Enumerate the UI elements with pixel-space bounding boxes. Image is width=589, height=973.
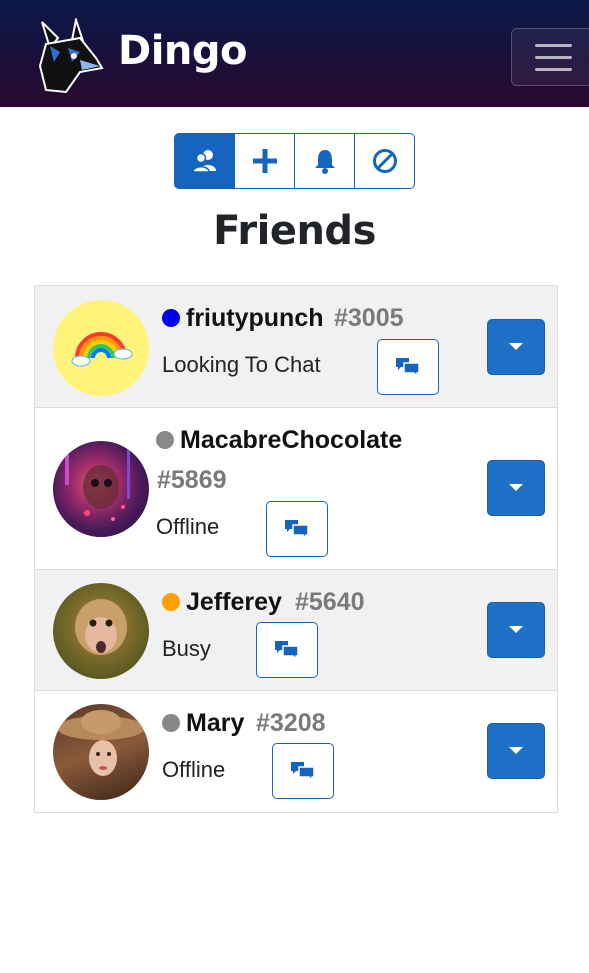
chat-icon — [285, 520, 309, 540]
friend-row: Mary #3208 Offline — [35, 691, 557, 812]
friend-options-dropdown-button[interactable] — [487, 319, 545, 375]
message-button[interactable] — [377, 339, 439, 395]
friend-tag: #5640 — [295, 588, 365, 616]
friend-tag: #5869 — [157, 466, 227, 494]
friend-username: MacabreChocolate — [180, 426, 403, 454]
message-button[interactable] — [256, 622, 318, 678]
chat-icon — [291, 762, 315, 782]
friend-status-text: Looking To Chat — [162, 352, 321, 377]
friend-status-text: Offline — [156, 514, 220, 539]
caret-down-icon — [509, 343, 523, 350]
blocked-icon — [372, 149, 397, 173]
caret-down-icon — [509, 626, 523, 633]
tab-notifications[interactable] — [294, 133, 355, 189]
friends-tab-group — [174, 133, 418, 189]
hamburger-icon — [535, 44, 572, 47]
friend-list: friutypunch #3005 Looking To Chat Macabr… — [34, 285, 558, 813]
friend-tag: #3208 — [256, 709, 326, 737]
hamburger-icon-bar — [535, 68, 572, 71]
brand-name[interactable]: Dingo — [118, 28, 248, 74]
message-button[interactable] — [266, 501, 328, 557]
friends-icon — [191, 150, 216, 173]
friend-row: friutypunch #3005 Looking To Chat — [35, 286, 557, 408]
plus-icon — [252, 149, 277, 173]
friend-options-dropdown-button[interactable] — [487, 460, 545, 516]
status-dot — [162, 714, 180, 732]
bell-icon — [314, 150, 335, 174]
dingo-logo-icon[interactable] — [36, 18, 106, 98]
menu-toggle-button[interactable] — [511, 28, 589, 86]
friend-options-dropdown-button[interactable] — [487, 602, 545, 658]
hamburger-icon-bar — [535, 56, 572, 59]
tab-blocked[interactable] — [354, 133, 415, 189]
chat-icon — [396, 358, 420, 378]
status-dot — [156, 431, 174, 449]
friend-row: Jefferey #5640 Busy — [35, 570, 557, 691]
page-title: Friends — [213, 208, 376, 254]
chat-icon — [275, 641, 299, 661]
navbar: Dingo — [0, 0, 589, 107]
friend-row: MacabreChocolate #5869 Offline — [35, 408, 557, 570]
tab-friends[interactable] — [174, 133, 235, 189]
status-dot — [162, 593, 180, 611]
caret-down-icon — [509, 747, 523, 754]
friend-options-dropdown-button[interactable] — [487, 723, 545, 779]
skull-neon-avatar — [53, 441, 149, 537]
rainbow-avatar — [53, 300, 149, 396]
friend-status-text: Offline — [162, 757, 226, 782]
status-dot — [162, 309, 180, 327]
girl-hat-avatar — [53, 704, 149, 800]
friend-status-text: Busy — [162, 636, 211, 661]
tab-add-friend[interactable] — [234, 133, 295, 189]
friend-username: Mary — [186, 709, 245, 737]
caret-down-icon — [509, 484, 523, 491]
message-button[interactable] — [272, 743, 334, 799]
friend-tag: #3005 — [334, 304, 404, 332]
friend-username: friutypunch — [186, 304, 324, 332]
friend-username: Jefferey — [186, 588, 282, 616]
monkey-avatar — [53, 583, 149, 679]
